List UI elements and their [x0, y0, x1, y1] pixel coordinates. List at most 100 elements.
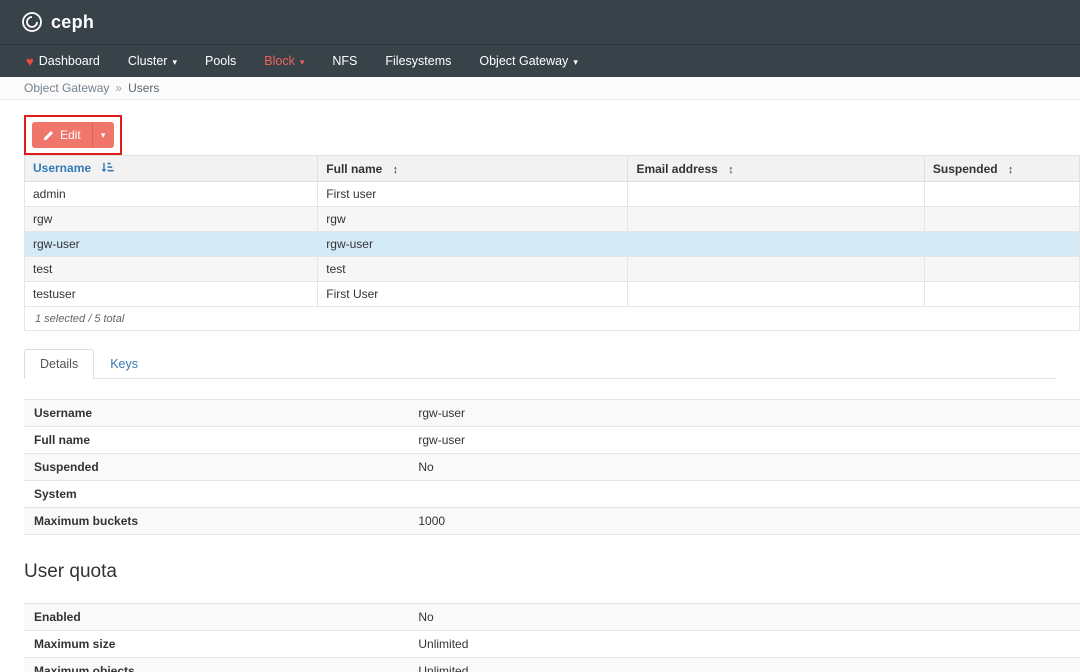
users-table-header-row: Username Full name ↕ Email address ↕ Sus… — [23, 155, 1080, 182]
quota-value: Unlimited — [408, 630, 1080, 658]
cell-email — [627, 256, 925, 282]
ceph-brand[interactable]: ceph — [20, 10, 94, 34]
sort-icon: ↕ — [392, 163, 399, 176]
cell-email — [627, 281, 925, 307]
quota-label: Enabled — [24, 603, 409, 631]
edit-split-button: Edit ▾ — [32, 122, 114, 148]
cell-suspended — [923, 256, 1080, 282]
annotation-box: Edit ▾ — [24, 115, 122, 155]
cell-suspended — [923, 181, 1080, 207]
table-row-selected[interactable]: rgw-user rgw-user — [23, 231, 1080, 257]
breadcrumb-section: Object Gateway — [24, 81, 110, 95]
quota-row: Maximum size Unlimited — [24, 630, 1080, 658]
column-header-email-address[interactable]: Email address ↕ — [627, 155, 925, 182]
quota-label: Maximum objects — [24, 657, 409, 672]
nav-item-cluster[interactable]: Cluster ▾ — [114, 45, 191, 77]
breadcrumb-separator-icon: » — [115, 81, 123, 95]
sort-icon: ↕ — [728, 163, 734, 176]
details-row: Full name rgw-user — [24, 426, 1080, 454]
table-row[interactable]: test test — [23, 256, 1080, 282]
details-row: Username rgw-user — [24, 399, 1080, 427]
caret-down-icon: ▾ — [573, 56, 578, 67]
cell-username: rgw — [23, 206, 319, 232]
detail-label: Maximum buckets — [24, 507, 409, 535]
cell-suspended — [923, 281, 1080, 307]
detail-value: rgw-user — [408, 426, 1080, 454]
details-row: System — [24, 480, 1080, 508]
column-label: Username — [33, 161, 92, 175]
cell-email — [627, 231, 925, 257]
nav-item-label: Object Gateway — [479, 54, 569, 68]
quota-value: No — [408, 603, 1080, 631]
user-quota-table: Enabled No Maximum size Unlimited Maximu… — [24, 603, 1080, 672]
nav-item-dashboard[interactable]: ♥ Dashboard — [12, 45, 114, 77]
breadcrumb-current-page: Users — [128, 81, 160, 95]
dashboard-health-icon: ♥ — [26, 53, 34, 69]
nav-item-label: NFS — [332, 54, 358, 68]
caret-down-icon: ▾ — [172, 56, 177, 67]
column-header-full-name[interactable]: Full name ↕ — [317, 155, 629, 182]
quota-row: Enabled No — [24, 603, 1080, 631]
table-footer-row: 1 selected / 5 total — [24, 306, 1080, 331]
cell-username: admin — [23, 181, 319, 207]
edit-button[interactable]: Edit — [32, 122, 92, 148]
column-header-username[interactable]: Username — [23, 155, 319, 182]
pencil-icon — [43, 130, 54, 141]
cell-email — [627, 206, 925, 232]
detail-tabs: Details Keys — [24, 349, 1056, 379]
nav-item-block[interactable]: Block ▾ — [250, 45, 318, 77]
top-navbar: ceph — [0, 0, 1080, 44]
nav-item-filesystems[interactable]: Filesystems — [371, 45, 465, 77]
caret-down-icon: ▾ — [299, 56, 305, 67]
quota-row: Maximum objects Unlimited — [24, 657, 1080, 672]
column-header-suspended[interactable]: Suspended ↕ — [923, 155, 1080, 182]
ceph-logo-icon — [20, 10, 44, 34]
table-row[interactable]: rgw rgw — [23, 206, 1080, 232]
detail-label: Suspended — [24, 453, 409, 481]
main-nav: ♥ Dashboard Cluster ▾ Pools Block ▾ NFS … — [0, 44, 1080, 77]
cell-suspended — [923, 231, 1080, 257]
user-quota-heading: User quota — [24, 561, 117, 582]
quota-label: Maximum size — [24, 630, 409, 658]
column-label: Suspended — [932, 161, 998, 176]
caret-down-icon: ▾ — [100, 129, 106, 140]
tab-keys[interactable]: Keys — [94, 349, 154, 379]
brand-name: ceph — [51, 11, 95, 32]
nav-item-label: Pools — [205, 54, 237, 68]
cell-username: testuser — [23, 281, 319, 307]
detail-label: Username — [24, 399, 409, 427]
details-table: Username rgw-user Full name rgw-user Sus… — [24, 399, 1080, 535]
sort-icon: ↕ — [1007, 163, 1014, 176]
detail-value: 1000 — [408, 507, 1080, 535]
table-row[interactable]: testuser First User — [23, 281, 1080, 307]
cell-full-name: rgw-user — [317, 231, 629, 257]
nav-item-label: Dashboard — [38, 54, 100, 68]
column-label: Full name — [326, 161, 383, 176]
column-label: Email address — [636, 161, 718, 176]
breadcrumb: Object Gateway » Users — [0, 77, 1080, 100]
selection-status: 1 selected / 5 total — [24, 306, 1080, 331]
nav-item-label: Cluster — [127, 54, 168, 68]
toolbar: Edit ▾ — [0, 100, 1080, 155]
cell-full-name: rgw — [317, 206, 629, 232]
cell-username: test — [23, 256, 319, 282]
edit-dropdown-toggle[interactable]: ▾ — [91, 122, 114, 148]
detail-label: Full name — [24, 426, 409, 454]
cell-suspended — [923, 206, 1080, 232]
cell-full-name: First User — [317, 281, 629, 307]
table-row[interactable]: admin First user — [23, 181, 1080, 207]
nav-item-object-gateway[interactable]: Object Gateway ▾ — [465, 45, 591, 77]
users-table: Username Full name ↕ Email address ↕ Sus… — [23, 155, 1080, 331]
nav-item-label: Filesystems — [385, 54, 452, 68]
nav-item-pools[interactable]: Pools — [191, 45, 250, 77]
detail-value: rgw-user — [408, 399, 1080, 427]
detail-label: System — [24, 480, 409, 508]
tab-details[interactable]: Details — [24, 349, 95, 379]
cell-username: rgw-user — [23, 231, 319, 257]
details-row: Maximum buckets 1000 — [24, 507, 1080, 535]
sort-ascending-icon — [101, 162, 115, 176]
cell-full-name: First user — [317, 181, 629, 207]
quota-value: Unlimited — [408, 657, 1080, 672]
nav-item-nfs[interactable]: NFS — [318, 45, 371, 77]
cell-email — [627, 181, 925, 207]
